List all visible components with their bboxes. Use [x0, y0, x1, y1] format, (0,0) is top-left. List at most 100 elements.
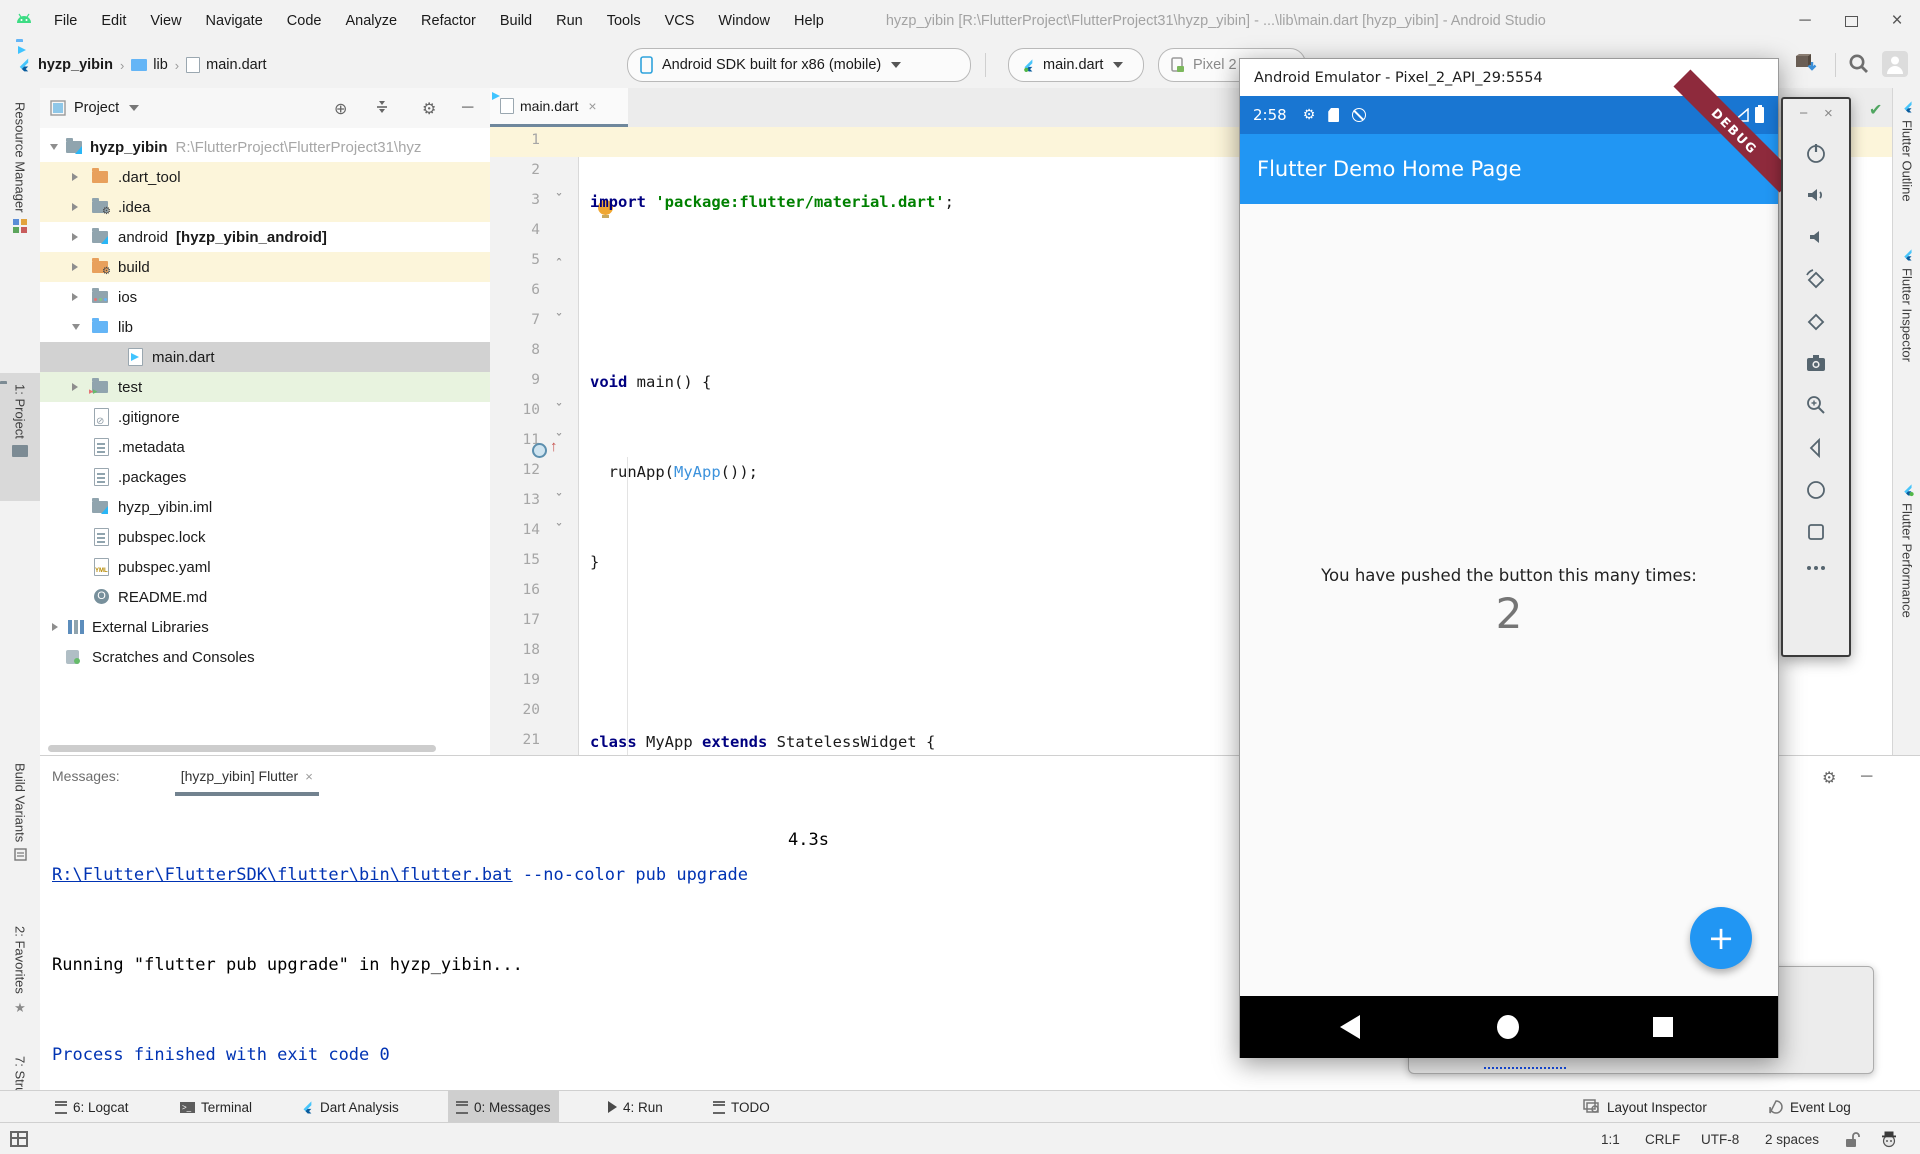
more-options-icon[interactable] — [1783, 563, 1849, 573]
tree-row-metadata[interactable]: .metadata — [40, 432, 490, 462]
menu-refactor[interactable]: Refactor — [409, 13, 488, 29]
menu-view[interactable]: View — [138, 13, 193, 29]
indent-setting[interactable]: 2 spaces — [1765, 1123, 1819, 1154]
toolwindow-layout-inspector[interactable]: Layout Inspector — [1575, 1091, 1715, 1123]
fold-marker[interactable]: ˆ — [552, 258, 566, 273]
toolwindow-run[interactable]: 4: Run — [600, 1091, 671, 1123]
fold-marker[interactable]: ˇ — [552, 493, 566, 508]
sidebar-item-build-variants[interactable]: Build Variants — [0, 763, 40, 861]
rotate-left-icon[interactable] — [1783, 267, 1849, 293]
toolwindow-todo[interactable]: TODO — [705, 1091, 778, 1123]
breadcrumb-file[interactable]: main.dart — [206, 57, 266, 73]
tree-row-scratches[interactable]: Scratches and Consoles — [40, 642, 490, 672]
search-icon[interactable] — [1847, 52, 1871, 76]
project-view-selector[interactable]: Project — [74, 100, 119, 116]
tab-flutter-messages[interactable]: [hyzp_yibin] Flutter × — [175, 756, 319, 796]
expand-arrow-icon[interactable] — [72, 383, 78, 391]
fab-increment-button[interactable]: + — [1690, 907, 1752, 969]
fold-marker[interactable]: ˇ — [552, 313, 566, 328]
tree-row-root[interactable]: hyzp_yibin R:\FlutterProject\FlutterProj… — [40, 132, 490, 162]
project-horizontal-scrollbar[interactable] — [48, 745, 436, 752]
menu-run[interactable]: Run — [544, 13, 595, 29]
caret-position[interactable]: 1:1 — [1601, 1123, 1620, 1154]
rotate-right-icon[interactable] — [1783, 309, 1849, 335]
toolwindow-logcat[interactable]: 6: Logcat — [47, 1091, 137, 1123]
close-tab-icon[interactable]: × — [305, 769, 313, 784]
expand-arrow-icon[interactable] — [72, 233, 78, 241]
collapse-arrow-icon[interactable] — [72, 324, 80, 330]
emulator-overview-icon[interactable] — [1783, 520, 1849, 544]
close-button[interactable]: × — [1874, 1, 1920, 41]
menu-edit[interactable]: Edit — [89, 13, 138, 29]
toolwindow-event-log[interactable]: Event Log — [1760, 1091, 1859, 1123]
maximize-button[interactable] — [1828, 1, 1874, 41]
tree-row-gitignore[interactable]: .gitignore — [40, 402, 490, 432]
tree-row-pubspec-lock[interactable]: pubspec.lock — [40, 522, 490, 552]
menu-analyze[interactable]: Analyze — [333, 13, 409, 29]
expand-arrow-icon[interactable] — [72, 203, 78, 211]
messages-hide-icon[interactable]: ─ — [1861, 768, 1872, 786]
menu-code[interactable]: Code — [275, 13, 334, 29]
tree-row-packages[interactable]: .packages — [40, 462, 490, 492]
minimize-button[interactable]: ─ — [1782, 1, 1828, 41]
tree-row-dart-tool[interactable]: .dart_tool — [40, 162, 490, 192]
tree-row-android[interactable]: android [hyzp_yibin_android] — [40, 222, 490, 252]
menu-vcs[interactable]: VCS — [653, 13, 707, 29]
tree-row-pubspec-yaml[interactable]: pubspec.yaml — [40, 552, 490, 582]
device-selector-dropdown[interactable]: Android SDK built for x86 (mobile) — [627, 48, 971, 82]
menu-help[interactable]: Help — [782, 13, 836, 29]
sidebar-item-favorites[interactable]: 2: Favorites ★ — [0, 926, 40, 1016]
screenshot-camera-icon[interactable] — [1783, 351, 1849, 375]
breadcrumb-lib[interactable]: lib — [153, 57, 168, 73]
expand-arrow-icon[interactable] — [72, 173, 78, 181]
tree-row-main-dart[interactable]: main.dart — [40, 342, 490, 372]
menu-tools[interactable]: Tools — [595, 13, 653, 29]
tab-flutter-inspector[interactable]: Flutter Inspector — [1893, 248, 1920, 362]
close-tab-icon[interactable]: × — [588, 98, 596, 114]
emulator-back-icon[interactable] — [1783, 436, 1849, 460]
readonly-lock-icon[interactable] — [1845, 1123, 1860, 1154]
tree-row-test[interactable]: test — [40, 372, 490, 402]
toolwindow-quick-access-icon[interactable] — [10, 1123, 28, 1154]
volume-up-icon[interactable] — [1783, 183, 1849, 207]
fold-marker[interactable]: ˇ — [552, 403, 566, 418]
tab-flutter-outline[interactable]: Flutter Outline — [1893, 100, 1920, 202]
expand-arrow-icon[interactable] — [72, 263, 78, 271]
popup-link-fragment[interactable] — [1484, 1059, 1566, 1069]
run-config-dropdown[interactable]: main.dart — [1008, 48, 1144, 82]
toolwindow-dart-analysis[interactable]: Dart Analysis — [292, 1091, 407, 1123]
emulator-close-icon[interactable]: × — [1824, 105, 1833, 122]
sidebar-item-resource-manager[interactable]: Resource Manager — [0, 102, 40, 233]
settings-gear-icon[interactable]: ⚙ — [422, 99, 436, 119]
expand-arrow-icon[interactable] — [52, 623, 58, 631]
messages-settings-gear-icon[interactable]: ⚙ — [1822, 768, 1836, 788]
sidebar-item-project[interactable]: 1: Project — [0, 384, 40, 457]
line-ending-selector[interactable]: CRLF — [1645, 1123, 1680, 1154]
power-icon[interactable] — [1783, 141, 1849, 165]
tab-flutter-performance[interactable]: Flutter Performance — [1893, 483, 1920, 618]
notification-face-icon[interactable] — [1880, 1123, 1898, 1154]
tree-row-readme[interactable]: O README.md — [40, 582, 490, 612]
nav-back-button[interactable] — [1340, 1015, 1360, 1039]
volume-down-icon[interactable] — [1783, 225, 1849, 249]
tree-row-ios[interactable]: ios — [40, 282, 490, 312]
menu-build[interactable]: Build — [488, 13, 544, 29]
breadcrumb-project[interactable]: hyzp_yibin — [38, 57, 113, 73]
emulator-home-icon[interactable] — [1783, 478, 1849, 502]
toolwindow-terminal[interactable]: >_ Terminal — [172, 1091, 260, 1123]
override-up-arrow-icon[interactable]: ↑ — [550, 438, 558, 455]
fold-marker[interactable]: ˇ — [552, 193, 566, 208]
expand-arrow-icon[interactable] — [72, 293, 78, 301]
sdk-manager-icon[interactable] — [1793, 52, 1819, 76]
zoom-icon[interactable] — [1783, 393, 1849, 417]
collapse-all-icon[interactable] — [374, 99, 390, 115]
locate-file-icon[interactable]: ⊕ — [334, 99, 347, 119]
console-link[interactable]: R:\Flutter\FlutterSDK\flutter\bin\flutte… — [52, 865, 513, 885]
override-marker-icon[interactable] — [532, 443, 547, 458]
avatar[interactable] — [1882, 51, 1908, 77]
emulator-minimize-icon[interactable]: − — [1799, 105, 1808, 122]
menu-navigate[interactable]: Navigate — [194, 13, 275, 29]
expand-arrow-icon[interactable] — [50, 144, 58, 150]
toolwindow-messages[interactable]: 0: Messages — [448, 1091, 559, 1123]
nav-home-button[interactable] — [1497, 1015, 1519, 1039]
